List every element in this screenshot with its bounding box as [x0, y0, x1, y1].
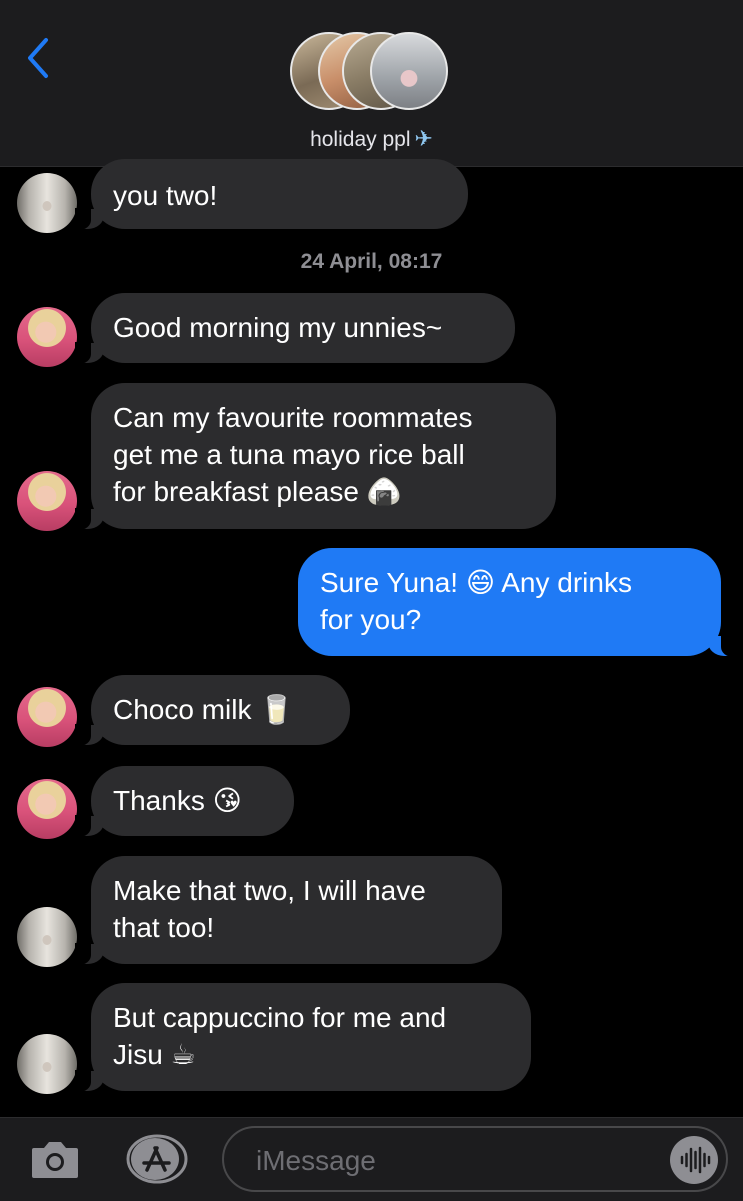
- sender-avatar[interactable]: [17, 779, 77, 839]
- message-list[interactable]: you two! 24 April, 08:17 Good morning my…: [0, 159, 743, 1117]
- voice-message-button[interactable]: [670, 1136, 718, 1184]
- message-text: Make that two, I will have that too!: [113, 875, 426, 943]
- airplane-icon: ✈: [414, 126, 433, 151]
- message-bubble[interactable]: Make that two, I will have that too!: [75, 856, 502, 965]
- conversation-title[interactable]: holiday ppl ✈: [0, 126, 743, 152]
- sender-avatar[interactable]: [17, 307, 77, 367]
- timestamp: 24 April, 08:17: [0, 250, 743, 274]
- conversation-title-text: holiday ppl: [310, 128, 411, 151]
- message-bubble[interactable]: Thanks 😘: [75, 766, 294, 837]
- composer-bar: [0, 1117, 743, 1201]
- app-store-icon: [126, 1134, 188, 1184]
- message-bubble[interactable]: Can my favourite roommates get me a tuna…: [75, 383, 556, 530]
- message-bubble[interactable]: Choco milk 🥛: [75, 675, 350, 746]
- waveform-icon: [680, 1146, 711, 1174]
- message-bubble[interactable]: you two!: [75, 159, 468, 230]
- group-member-avatar: [370, 32, 448, 110]
- message-text: you two!: [113, 180, 218, 211]
- message-bubble[interactable]: Good morning my unnies~: [75, 293, 515, 364]
- message-input[interactable]: [254, 1140, 658, 1182]
- sender-avatar[interactable]: [17, 173, 77, 233]
- group-avatars[interactable]: [290, 32, 455, 114]
- message-bubble[interactable]: But cappuccino for me and Jisu ☕: [75, 983, 531, 1092]
- chevron-left-icon: [28, 38, 48, 78]
- message-text: Can my favourite roommates get me a tuna…: [113, 402, 473, 507]
- sender-avatar[interactable]: [17, 907, 77, 967]
- message-bubble-outgoing[interactable]: Sure Yuna! 😄 Any drinks for you?: [298, 548, 737, 657]
- message-text: But cappuccino for me and Jisu ☕: [113, 1002, 447, 1070]
- camera-button[interactable]: [30, 1138, 80, 1180]
- app-store-button[interactable]: [125, 1134, 189, 1184]
- conversation-header: holiday ppl ✈: [0, 0, 743, 167]
- message-text: Choco milk 🥛: [113, 694, 295, 725]
- sender-avatar[interactable]: [17, 471, 77, 531]
- message-text: Good morning my unnies~: [113, 312, 443, 343]
- timestamp-time: 08:17: [388, 250, 443, 273]
- sender-avatar[interactable]: [17, 1034, 77, 1094]
- back-button[interactable]: [22, 36, 58, 80]
- message-input-container[interactable]: [222, 1126, 728, 1192]
- timestamp-date: 24 April,: [300, 250, 383, 273]
- message-text: Sure Yuna! 😄 Any drinks for you?: [320, 567, 632, 635]
- sender-avatar[interactable]: [17, 687, 77, 747]
- message-text: Thanks 😘: [113, 785, 242, 816]
- camera-icon: [32, 1142, 78, 1178]
